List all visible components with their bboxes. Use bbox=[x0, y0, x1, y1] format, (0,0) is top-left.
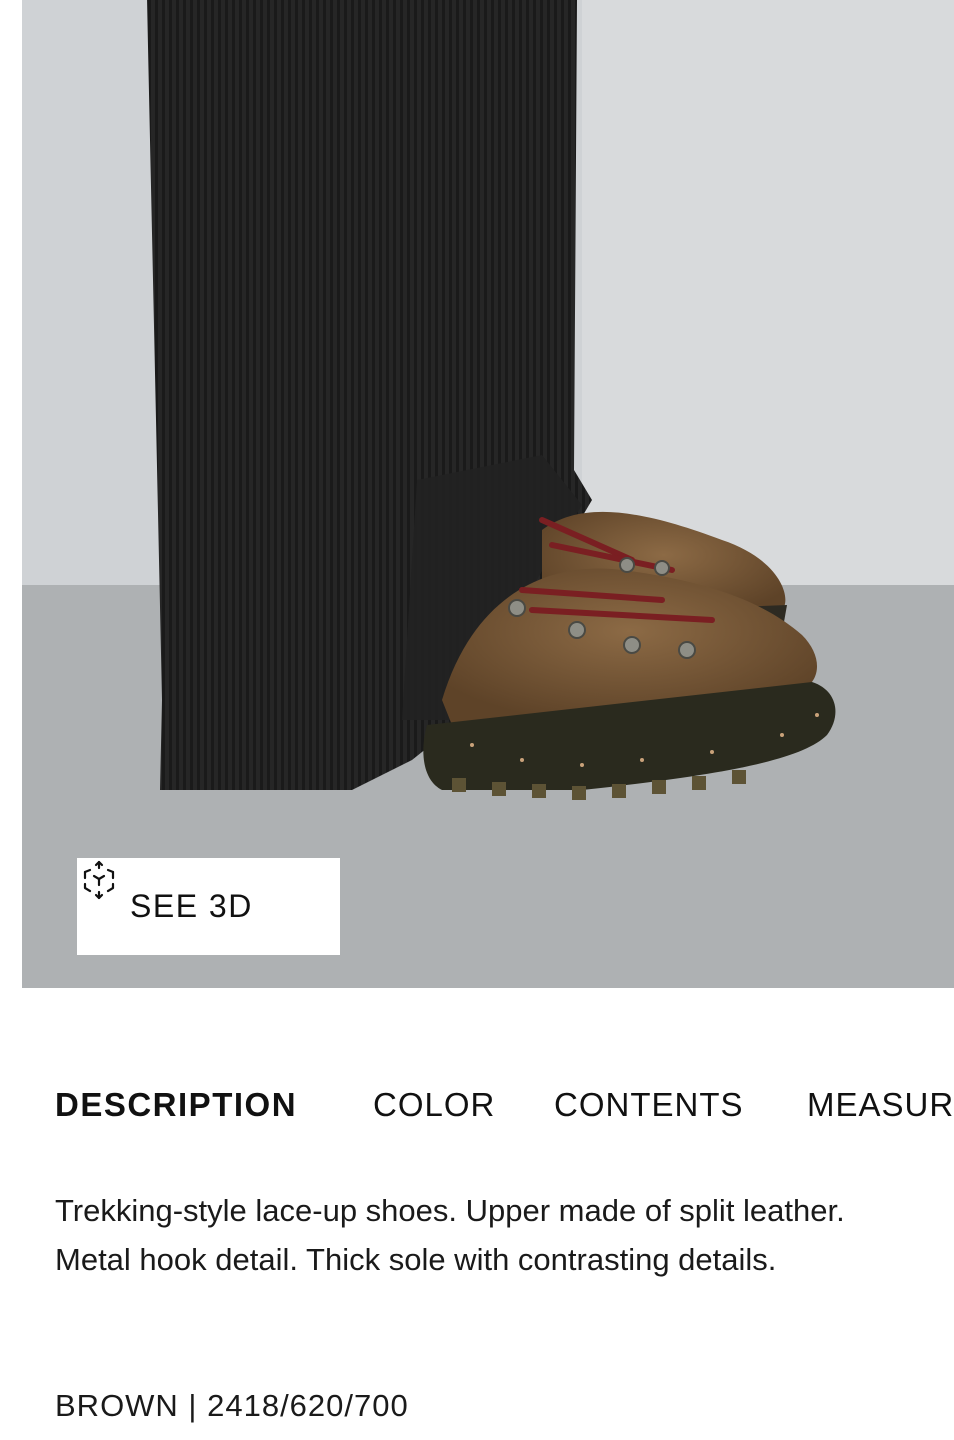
product-photo bbox=[22, 0, 954, 988]
tab-description[interactable]: DESCRIPTION bbox=[55, 1086, 297, 1124]
see-3d-label: SEE 3D bbox=[130, 888, 253, 924]
tab-contents[interactable]: CONTENTS bbox=[554, 1086, 744, 1124]
cube-3d-icon bbox=[83, 860, 115, 900]
color-reference: BROWN | 2418/620/700 bbox=[55, 1388, 409, 1423]
tab-measurements[interactable]: MEASUREMENTS bbox=[807, 1086, 954, 1124]
product-image[interactable]: SEE 3D bbox=[22, 0, 954, 988]
product-info-tabs: DESCRIPTION COLOR CONTENTS MEASUREMENTS bbox=[55, 1086, 954, 1132]
tab-color[interactable]: COLOR bbox=[373, 1086, 495, 1124]
product-description: Trekking-style lace-up shoes. Upper made… bbox=[55, 1193, 845, 1277]
see-3d-button[interactable]: SEE 3D bbox=[77, 858, 340, 955]
